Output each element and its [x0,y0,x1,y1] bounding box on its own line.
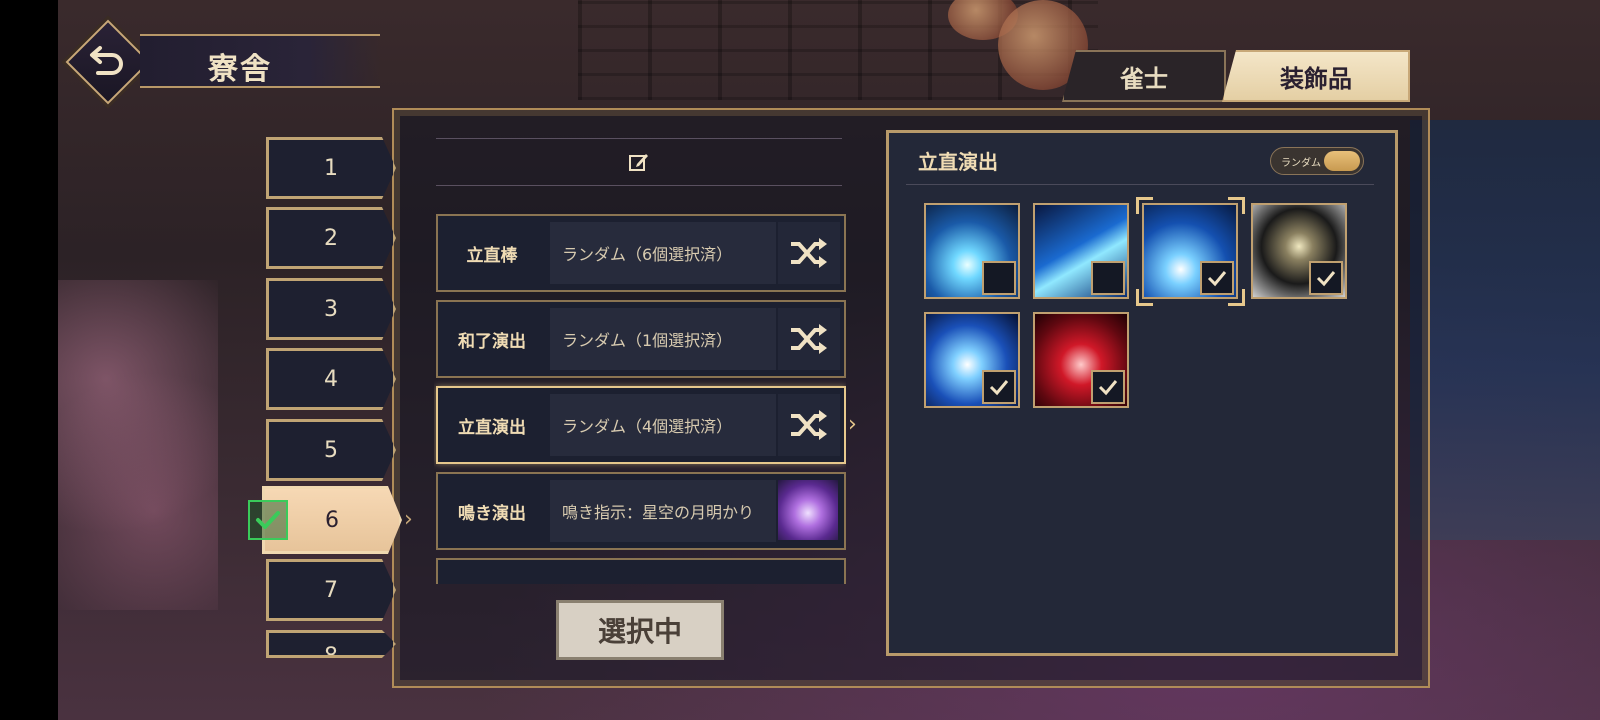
shuffle-icon [791,410,827,440]
call-effect-thumbnail[interactable] [778,480,838,540]
in-use-status-button: 選択中 [556,600,724,660]
riichi-effect-tile-6[interactable] [1033,312,1129,408]
slot-8[interactable]: 8 [266,630,396,658]
page-title: 寮舎 [208,52,272,87]
riichi-effect-tile-3[interactable] [1142,203,1238,299]
row-value: ランダム（1個選択済） [550,308,776,370]
edit-icon[interactable] [628,151,650,173]
slot-label: 4 [324,366,338,392]
checkmark-icon [1207,271,1227,287]
row-value: ランダム（4個選択済） [550,394,776,456]
slot-label: 1 [324,155,338,181]
loadout-row-call-effect[interactable]: 鳴き演出 鳴き指示：星空の月明かり [436,472,846,550]
equipped-check-icon [248,500,288,540]
row-selected-arrow-icon: › [848,412,857,437]
back-button[interactable] [65,19,151,105]
slot-3[interactable]: 3 [266,278,396,340]
slot-5[interactable]: 5 [266,419,396,481]
slot-7[interactable]: 7 [266,559,396,621]
shuffle-button[interactable] [778,394,840,456]
tile-checkbox[interactable] [982,261,1016,295]
slot-label: 3 [324,296,338,322]
row-value: 鳴き指示：星空の月明かり [550,480,776,542]
tab-decorations-label: 装飾品 [1280,64,1352,93]
slot-label: 2 [324,225,338,251]
tile-checkbox-checked[interactable] [1309,261,1343,295]
checkmark-icon [989,380,1009,396]
loadout-name-row[interactable] [436,138,842,186]
tile-checkbox-checked[interactable] [982,370,1016,404]
random-toggle-knob [1324,151,1360,171]
focus-corner [1136,289,1153,306]
row-value: ランダム（6個選択済） [550,222,776,284]
loadout-row-partial[interactable] [436,558,846,584]
slot-label: 5 [324,437,338,463]
riichi-effect-tile-5[interactable] [924,312,1020,408]
checkmark-icon [1316,271,1336,287]
row-label: 鳴き演出 [458,503,526,524]
slot-2[interactable]: 2 [266,207,396,269]
row-label: 立直棒 [466,245,518,266]
riichi-effect-tile-4[interactable] [1251,203,1347,299]
tile-checkbox[interactable] [1091,261,1125,295]
tab-janshi[interactable]: 雀士 [1062,50,1226,102]
shuffle-button[interactable] [778,308,840,370]
checkmark-icon [1098,380,1118,396]
slot-selected-arrow-icon: › [404,507,413,532]
riichi-effect-tile-2[interactable] [1033,203,1129,299]
tab-janshi-label: 雀士 [1120,64,1168,93]
cherry-blossom-decoration [58,280,218,610]
loadout-row-riichi-stick[interactable]: 立直棒 ランダム（6個選択済） [436,214,846,292]
shuffle-icon [791,324,827,354]
focus-corner [1228,197,1245,214]
loadout-row-riichi-effect[interactable]: 立直演出 ランダム（4個選択済） [436,386,846,464]
loadout-list[interactable]: 立直棒 ランダム（6個選択済） 和了演出 ランダム（1個選択済） 立直演出 ラン… [434,210,846,584]
tab-decorations[interactable]: 装飾品 [1222,50,1410,102]
slot-label: 8 [324,644,338,658]
slot-label: 6 [325,507,339,533]
slot-4[interactable]: 4 [266,348,396,410]
back-arrow-icon [90,46,123,75]
random-toggle[interactable]: ランダム [1270,147,1364,175]
riichi-effect-tile-1[interactable] [924,203,1020,299]
row-label: 立直演出 [458,417,526,438]
shuffle-icon [791,238,827,268]
panel-divider [906,184,1374,185]
shuffle-button[interactable] [778,222,840,284]
slot-1[interactable]: 1 [266,137,396,199]
random-toggle-label: ランダム [1281,158,1321,169]
row-label: 和了演出 [458,331,526,352]
focus-corner [1136,197,1153,214]
slot-label: 7 [324,577,338,603]
title-bar: 寮舎 [140,34,380,88]
tile-checkbox-checked[interactable] [1091,370,1125,404]
loadout-row-win-effect[interactable]: 和了演出 ランダム（1個選択済） [436,300,846,378]
focus-corner [1228,289,1245,306]
background-window [1410,120,1600,540]
panel-title: 立直演出 [918,150,998,174]
